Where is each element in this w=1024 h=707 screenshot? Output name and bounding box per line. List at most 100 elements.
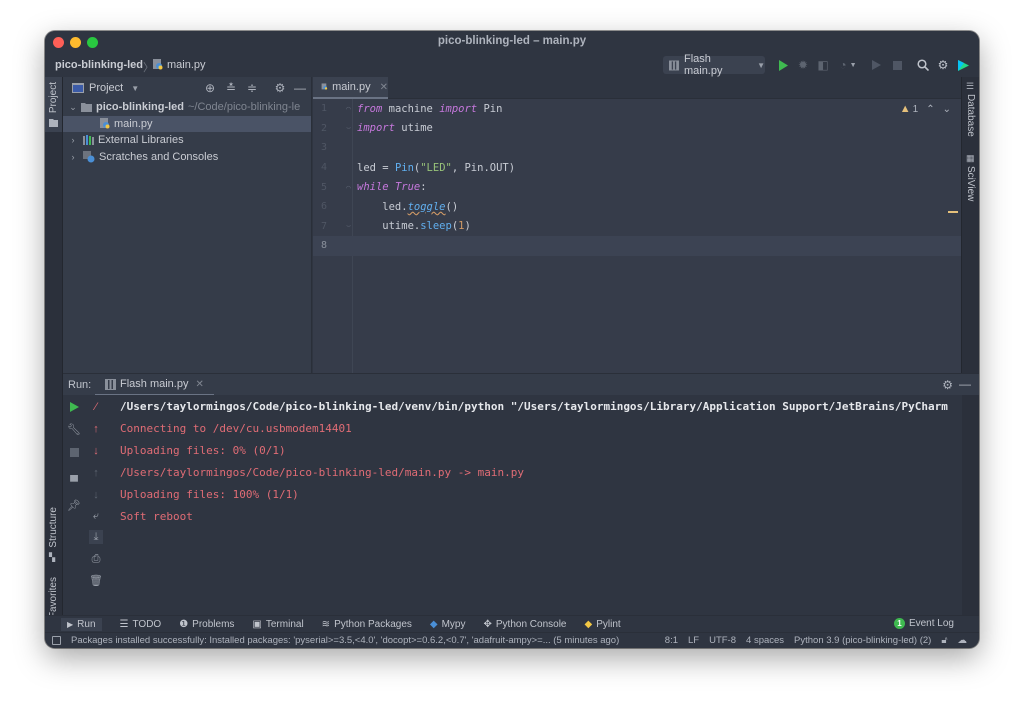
code-line: 1 ⌒ from machine import Pin [313, 99, 961, 119]
fold-marker-icon[interactable]: ⌒ [346, 183, 351, 192]
project-settings-button[interactable]: ⚙ [273, 81, 287, 95]
inspection-profile-icon[interactable]: ☁ [958, 635, 968, 646]
tree-item-project-root[interactable]: ⌄ pico-blinking-led ~/Code/pico-blinking… [63, 99, 311, 116]
restore-layout-button[interactable]: ▀ [67, 475, 81, 489]
stop-button[interactable] [67, 445, 81, 459]
fold-marker-icon[interactable]: ⌣ [346, 221, 351, 231]
tool-pylint[interactable]: ◆ Pylint [585, 619, 621, 630]
soft-wrap-icon: ⤶ [92, 509, 100, 522]
line-number: 5 [320, 181, 327, 193]
project-panel-title[interactable]: Project [89, 82, 123, 94]
editor-tab-bar: main.py ✕ [313, 77, 961, 99]
hide-panel-button[interactable]: — [293, 81, 307, 95]
keyword: True [394, 181, 421, 194]
settings-button[interactable]: ⚙ [936, 58, 950, 72]
scroll-up-button[interactable]: ↑ [89, 422, 103, 436]
console-line: Connecting to /dev/cu.usbmodem14401 [120, 422, 352, 435]
status-bar: Packages installed successfully: Install… [45, 632, 979, 648]
line-number: 7 [320, 220, 327, 232]
expand-all-button[interactable]: ≛ [224, 81, 238, 95]
tool-python-console[interactable]: ✥ Python Console [484, 619, 567, 630]
warning-stripe-marker[interactable] [948, 211, 958, 213]
search-everywhere-button[interactable] [916, 58, 930, 72]
tool-problems[interactable]: ❶ Problems [179, 619, 234, 630]
scroll-down-button[interactable]: ↓ [89, 444, 103, 458]
scroll-to-end-button[interactable]: ⤓ [89, 530, 103, 544]
keyword: import [357, 122, 395, 135]
trash-icon: 🗑︎ [89, 574, 103, 587]
console-scrollbar[interactable] [962, 395, 979, 615]
close-tab-icon[interactable]: ✕ [380, 82, 388, 93]
soft-wrap-button[interactable]: ⤶ [89, 509, 103, 523]
status-message[interactable]: Packages installed successfully: Install… [71, 635, 619, 646]
breadcrumb-file[interactable]: main.py [152, 59, 206, 71]
rerun-button[interactable] [67, 400, 81, 414]
file-encoding[interactable]: UTF-8 [709, 635, 736, 646]
locate-file-button[interactable]: ⊕ [203, 81, 217, 95]
python-file-icon [153, 59, 163, 70]
run-configuration-selector[interactable]: Flash main.py ▼ [663, 53, 765, 77]
previous-occurrence-button[interactable]: ↑ [89, 466, 103, 480]
code-line: 4 led = Pin("LED", Pin.OUT) [313, 158, 961, 178]
coverage-button[interactable]: ◧ [816, 58, 830, 72]
code-editor[interactable]: 1 ⌒ from machine import Pin 2 ⌣ import u… [313, 99, 961, 373]
string-literal: "LED" [420, 161, 452, 174]
sciview-tool-tab[interactable]: ▦ SciView [962, 153, 979, 213]
close-tab-icon[interactable]: ✕ [195, 379, 203, 390]
stop-button[interactable] [890, 58, 904, 72]
tool-todo[interactable]: ☰ TODO [120, 619, 162, 630]
clear-all-button[interactable]: 🗑︎ [89, 573, 103, 587]
indent-setting[interactable]: 4 spaces [746, 635, 784, 646]
fold-marker-icon[interactable]: ⌣ [346, 123, 351, 133]
project-tool-tab[interactable]: Project [45, 77, 62, 132]
next-occurrence-button[interactable]: ↓ [89, 488, 103, 502]
toggle-tool-windows-icon[interactable] [52, 636, 61, 645]
event-count-badge: 1 [893, 618, 905, 629]
tree-item-external-libraries[interactable]: › External Libraries [63, 132, 311, 149]
structure-tool-tab[interactable]: Structure ▚ [45, 507, 62, 567]
line-separator[interactable]: LF [688, 635, 699, 646]
breadcrumb-project[interactable]: pico-blinking-led [55, 59, 143, 71]
hide-run-panel-button[interactable]: — [959, 377, 971, 391]
show-errors-button[interactable]: ⁄ [89, 400, 103, 414]
run-settings-button[interactable]: ⚙ [942, 378, 953, 392]
code-text: Pin [477, 102, 503, 115]
profile-button[interactable]: ◔ ▼ [837, 58, 859, 72]
tool-terminal[interactable]: ▣ Terminal [252, 619, 303, 630]
chevron-down-icon[interactable]: ▼ [131, 84, 139, 93]
console-line: /Users/taylormingos/Code/pico-blinking-l… [120, 466, 524, 479]
python-interpreter[interactable]: Python 3.9 (pico-blinking-led) (2) [794, 635, 931, 646]
previous-highlight-icon[interactable]: ⌃ [926, 104, 934, 115]
print-button[interactable]: ⎙ [89, 552, 103, 566]
tree-item-main-py[interactable]: main.py [63, 115, 311, 132]
tool-run[interactable]: ▶ Run [61, 617, 102, 631]
run-icon [779, 59, 788, 71]
tool-run-label: Run [77, 618, 96, 630]
debug-button[interactable]: ✹ [796, 58, 810, 72]
minimize-icon: — [294, 81, 306, 95]
keyword: while [357, 181, 389, 194]
tool-mypy[interactable]: ◆ Mypy [430, 619, 466, 630]
next-highlight-icon[interactable]: ⌄ [943, 104, 951, 115]
fold-marker-icon[interactable]: ⌒ [346, 104, 351, 113]
build-button[interactable] [869, 58, 883, 72]
run-tab-flash-main[interactable]: Flash main.py ✕ [95, 374, 214, 396]
modify-run-config-button[interactable]: 🔧︎ [67, 422, 81, 436]
project-root-label: pico-blinking-led [96, 101, 184, 114]
tool-event-log[interactable]: 1 Event Log [893, 618, 954, 629]
tool-python-packages[interactable]: ≋ Python Packages [322, 619, 412, 630]
toolbox-button[interactable] [956, 58, 970, 72]
run-button[interactable] [776, 58, 790, 72]
pin-tab-button[interactable]: 📌︎ [67, 498, 81, 512]
inspection-widget[interactable]: ▲ 1 ⌃ ⌄ [900, 103, 951, 115]
arrow-down-icon: ↓ [93, 445, 99, 457]
project-root-path: ~/Code/pico-blinking-le [188, 101, 301, 114]
tree-item-scratches[interactable]: › Scratches and Consoles [63, 149, 311, 166]
caret-position[interactable]: 8:1 [665, 635, 678, 646]
collapse-all-button[interactable]: ≑ [245, 81, 259, 95]
database-tool-tab[interactable]: ☰ Database [962, 81, 979, 141]
editor-tab-main-py[interactable]: main.py ✕ [313, 77, 388, 99]
console-output[interactable]: /Users/taylormingos/Code/pico-blinking-l… [120, 395, 962, 615]
lock-icon[interactable]: 🔓︎ [941, 635, 947, 646]
chevron-down-icon: ⌄ [69, 101, 77, 112]
